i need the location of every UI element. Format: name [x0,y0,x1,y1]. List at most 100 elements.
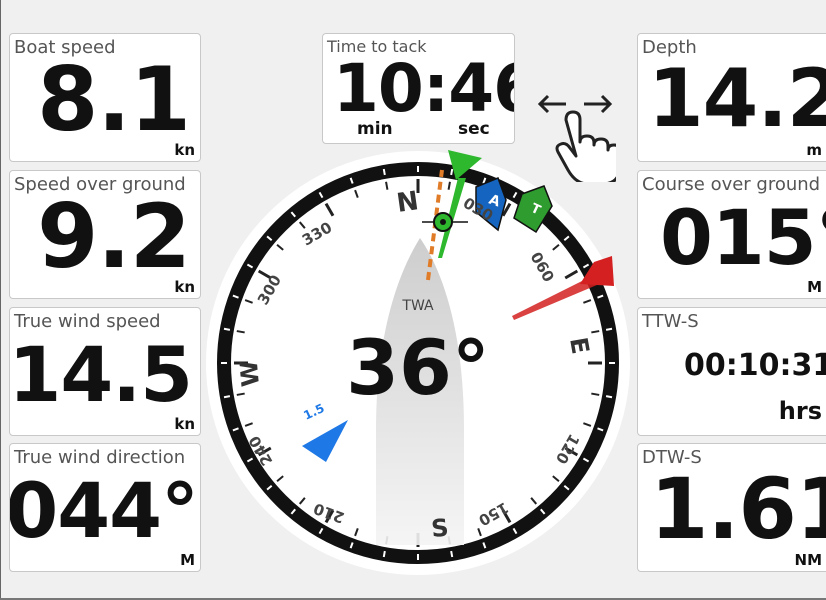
tile-value: 14.5 [9,330,193,419]
twa-label: TWA [401,298,434,314]
tick-300: 300 [254,272,285,308]
tile-label: True wind direction [14,447,186,468]
cardinal-north: N [395,186,421,219]
compass-tick [276,243,284,251]
compass-tick [276,475,284,483]
cardinal-south: S [430,514,450,543]
tile-value: 015° [660,193,826,282]
tile-unit: M [180,551,195,569]
tile-value: 14.2 [648,52,826,145]
compass-tick [564,446,579,457]
ring-tick [482,542,487,549]
ring-tick [232,294,239,299]
tide-value: 1.5 [301,401,326,423]
dtw-s-tile[interactable]: DTW-S 1.61 NM [637,443,826,572]
ring-tick [450,550,454,558]
tile-unit: kn [174,141,195,159]
compass-tick [447,536,451,545]
tile-label: TTW-S [642,311,699,332]
compass-tick [583,299,592,304]
tile-label: Course over ground [642,174,821,195]
compass-inner-disc [234,179,602,547]
tick-060: 060 [527,249,558,285]
compass-tick [477,528,482,537]
ring-tick [266,235,273,241]
tile-label: True wind speed [14,311,161,332]
ring-tick [382,168,386,176]
compass-ticks [221,166,615,560]
tile-value: 044° [9,466,199,555]
compass-tick [552,243,560,251]
screen-left-border [0,0,1,600]
compass-tick [257,269,272,280]
ring-tick [290,508,296,515]
compass-tick [244,422,253,427]
wind-sector-shape [376,238,464,545]
tick-150: 150 [475,498,511,529]
tick-240: 240 [245,433,276,469]
compass-tick [236,330,245,334]
tile-unit: M [807,278,822,296]
compass-tick [564,269,579,280]
boat-speed-tile[interactable]: Boat speed 8.1 kn [9,33,201,162]
course-over-ground-tile[interactable]: Course over ground 015° M [637,170,826,299]
ring-tick [512,527,518,535]
target-waypoint-icon [433,212,453,232]
tick-030: 030 [460,194,496,225]
ttw-s-tile[interactable]: TTW-S 00:10:31 hrs [637,307,826,436]
tick-330: 330 [299,218,335,249]
true-wind-speed-tile[interactable]: True wind speed 14.5 kn [9,307,201,436]
compass-outer-disc [206,151,630,575]
compass-tick [257,446,272,457]
wind-red-trail [512,272,604,320]
tile-unit: NM [794,551,822,569]
depth-tile[interactable]: Depth 14.2 m [637,33,826,162]
tile-unit: kn [174,415,195,433]
heading-green-arrow [448,150,482,180]
ring-tick [540,211,546,218]
compass-tick [385,536,389,545]
ring-tick [349,542,354,549]
ring-tick [563,485,570,491]
speed-over-ground-tile[interactable]: Speed over ground 9.2 kn [9,170,201,299]
tile-value: 9.2 [37,185,191,288]
ring-tick [582,457,590,463]
compass-tick [591,392,600,396]
ring-tick [290,211,296,218]
compass-tick [385,181,389,190]
ring-tick [318,527,324,535]
ring-tick [232,427,239,432]
ring-tick [382,550,386,558]
apparent-wind-marker [475,177,507,232]
ring-tick [223,327,231,331]
compass-tick [552,475,560,483]
time-to-tack-value: 10:46 [333,50,514,127]
ring-tick [605,395,613,399]
apparent-wind-label: A [487,192,503,211]
tile-unit: hrs [778,397,822,425]
compass-tick [477,189,482,198]
tile-unit: m [806,141,822,159]
tile-unit: kn [174,278,195,296]
compass-tick [591,330,600,334]
compass-dial-ring [217,162,619,564]
tile-value: 00:10:31 [684,348,826,383]
seconds-unit: sec [458,119,490,139]
compass-tick [324,202,335,217]
compass-tick [530,497,538,505]
cardinal-east: E [564,335,594,356]
cardinal-west: W [235,359,265,388]
compass-tick [236,392,245,396]
wind-red-arrow [580,256,614,286]
minutes-unit: min [357,119,393,139]
tide-blue-arrow [302,420,348,462]
compass-tick [501,509,512,524]
ring-tick [246,263,254,269]
swipe-hand-icon [537,94,616,182]
compass-tick [354,528,359,537]
tick-210: 210 [311,499,347,527]
time-to-tack-tile[interactable]: Time to tack 10:46 min sec [322,33,515,144]
compass-tick [324,509,335,524]
true-wind-direction-tile[interactable]: True wind direction 044° M [9,443,201,572]
tile-value: 1.61 [650,460,826,558]
